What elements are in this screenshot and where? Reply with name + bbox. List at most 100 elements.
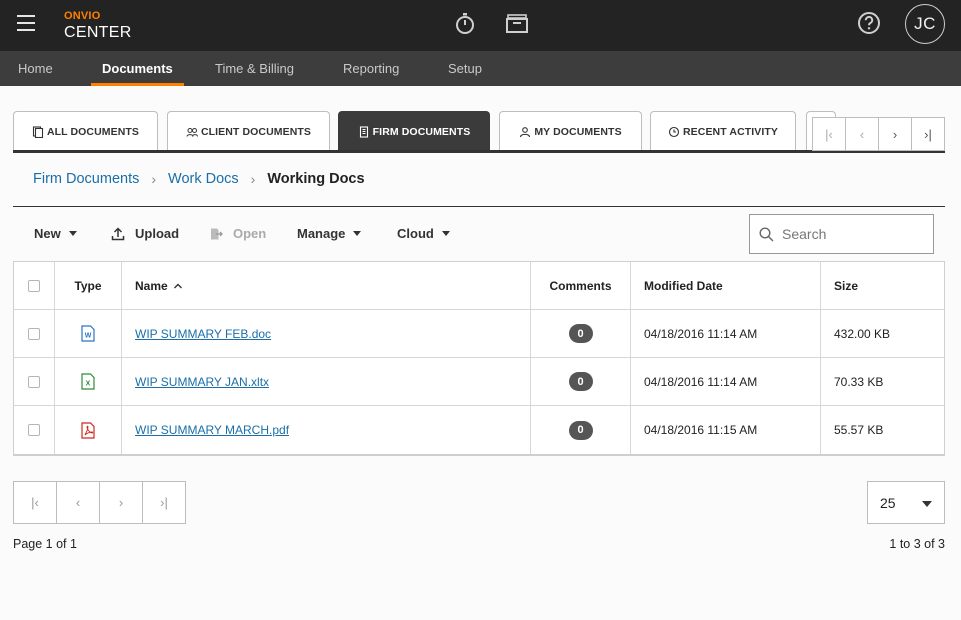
stopwatch-icon[interactable] — [452, 11, 478, 37]
svg-text:X: X — [86, 381, 91, 388]
upload-button[interactable]: Upload — [111, 226, 179, 241]
manage-button-label: Manage — [297, 226, 346, 241]
search-icon — [759, 226, 774, 241]
documents-icon — [32, 125, 43, 138]
breadcrumb-work-docs[interactable]: Work Docs — [168, 171, 239, 187]
page-size-value: 25 — [880, 494, 896, 511]
nav-setup[interactable]: Setup — [437, 51, 493, 86]
row-checkbox-cell — [14, 310, 55, 357]
breadcrumb: Firm Documents › Work Docs › Working Doc… — [33, 171, 365, 187]
name-cell: WIP SUMMARY FEB.doc — [122, 310, 531, 357]
modified-cell: 04/18/2016 11:14 AM — [631, 310, 821, 357]
comments-cell: 0 — [531, 310, 631, 357]
manage-button[interactable]: Manage — [297, 226, 362, 241]
name-cell: WIP SUMMARY JAN.xltx — [122, 358, 531, 405]
new-button-label: New — [34, 226, 61, 241]
row-checkbox[interactable] — [28, 424, 40, 436]
prev-page-button[interactable]: ‹ — [57, 482, 100, 523]
type-cell — [55, 406, 122, 454]
hamburger-menu-icon[interactable] — [17, 15, 35, 31]
tab-all-documents[interactable]: ALL DOCUMENTS — [13, 111, 158, 151]
chevron-right-icon: › — [151, 171, 157, 187]
word-file-icon: W — [81, 325, 95, 342]
archive-box-icon[interactable] — [504, 11, 530, 37]
tab-firm-documents[interactable]: FIRM DOCUMENTS — [338, 111, 490, 151]
upload-button-label: Upload — [135, 226, 180, 241]
main-nav: Home Documents Time & Billing Reporting … — [0, 51, 961, 86]
file-link[interactable]: WIP SUMMARY MARCH.pdf — [135, 423, 289, 437]
brand-name-bottom: CENTER — [64, 24, 132, 41]
nav-reporting[interactable]: Reporting — [332, 51, 410, 86]
tab-first-button[interactable]: |‹ — [813, 118, 846, 150]
select-all-checkbox[interactable] — [28, 279, 40, 292]
header-name[interactable]: Name — [122, 262, 531, 309]
size-cell: 432.00 KB — [834, 326, 891, 341]
tab-scroller: |‹ ‹ › ›| — [812, 117, 945, 151]
tab-label: CLIENT DOCUMENTS — [200, 125, 312, 138]
tab-client-documents[interactable]: CLIENT DOCUMENTS — [167, 111, 330, 151]
open-button[interactable]: Open — [209, 226, 266, 241]
search-box — [749, 214, 934, 254]
caret-down-icon — [922, 501, 932, 507]
row-checkbox-cell — [14, 358, 55, 405]
svg-text:W: W — [85, 333, 92, 340]
row-checkbox-cell — [14, 406, 55, 454]
nav-documents[interactable]: Documents — [91, 51, 184, 86]
comment-count-badge[interactable]: 0 — [568, 324, 593, 343]
header-size[interactable]: Size — [821, 262, 944, 309]
cloud-button-label: Cloud — [397, 226, 434, 241]
tab-label: MY DOCUMENTS — [534, 125, 622, 138]
table-row[interactable]: X WIP SUMMARY JAN.xltx 0 04/18/2016 11:1… — [14, 358, 944, 406]
tab-last-button[interactable]: ›| — [912, 118, 944, 150]
last-page-button[interactable]: ›| — [143, 482, 185, 523]
modified-cell: 04/18/2016 11:14 AM — [631, 358, 821, 405]
pagination-controls: |‹ ‹ › ›| — [13, 481, 186, 524]
user-avatar[interactable]: JC — [905, 4, 945, 44]
tab-prev-button[interactable]: ‹ — [846, 118, 879, 150]
row-checkbox[interactable] — [28, 327, 40, 340]
comments-cell: 0 — [531, 358, 631, 405]
caret-down-icon — [441, 231, 450, 236]
tab-label: ALL DOCUMENTS — [46, 125, 140, 138]
header-modified-date[interactable]: Modified Date — [631, 262, 821, 309]
people-icon — [186, 127, 198, 137]
first-page-button[interactable]: |‹ — [14, 482, 57, 523]
row-checkbox[interactable] — [28, 375, 40, 388]
new-button[interactable]: New — [34, 226, 77, 241]
page-size-select[interactable]: 25 — [867, 481, 945, 524]
breadcrumb-firm-documents[interactable]: Firm Documents — [33, 171, 139, 187]
tab-recent-activity[interactable]: RECENT ACTIVITY — [650, 111, 796, 151]
nav-time-billing[interactable]: Time & Billing — [204, 51, 305, 86]
search-input[interactable] — [782, 226, 922, 242]
table-row[interactable]: WIP SUMMARY MARCH.pdf 0 04/18/2016 11:15… — [14, 406, 944, 454]
header-name-label: Name — [135, 278, 168, 293]
building-icon — [359, 125, 368, 138]
open-file-icon — [211, 228, 223, 239]
chevron-right-icon: › — [250, 171, 256, 187]
sort-ascending-icon — [173, 283, 182, 288]
tab-my-documents[interactable]: MY DOCUMENTS — [499, 111, 642, 151]
tab-label: RECENT ACTIVITY — [682, 125, 779, 138]
header-type[interactable]: Type — [55, 262, 122, 309]
nav-home[interactable]: Home — [7, 51, 64, 86]
tab-next-button[interactable]: › — [879, 118, 912, 150]
page-info: Page 1 of 1 — [13, 537, 77, 551]
cloud-button[interactable]: Cloud — [397, 226, 450, 241]
help-icon[interactable] — [857, 11, 881, 35]
comment-count-badge[interactable]: 0 — [568, 420, 593, 440]
next-page-button[interactable]: › — [100, 482, 143, 523]
top-bar: ONVIO CENTER JC — [0, 0, 961, 51]
type-cell: W — [55, 310, 122, 357]
clock-icon — [668, 126, 680, 137]
header-comments[interactable]: Comments — [531, 262, 631, 309]
upload-icon — [111, 226, 125, 240]
range-info: 1 to 3 of 3 — [889, 537, 945, 551]
table-row[interactable]: W WIP SUMMARY FEB.doc 0 04/18/2016 11:14… — [14, 310, 944, 358]
table-header-row: Type Name Comments Modified Date Size — [14, 262, 944, 310]
modified-cell: 04/18/2016 11:15 AM — [631, 406, 821, 454]
size-cell: 55.57 KB — [834, 423, 884, 437]
tab-label: FIRM DOCUMENTS — [372, 125, 471, 138]
comment-count-badge[interactable]: 0 — [568, 372, 593, 391]
file-link[interactable]: WIP SUMMARY FEB.doc — [135, 327, 271, 341]
file-link[interactable]: WIP SUMMARY JAN.xltx — [135, 375, 269, 389]
